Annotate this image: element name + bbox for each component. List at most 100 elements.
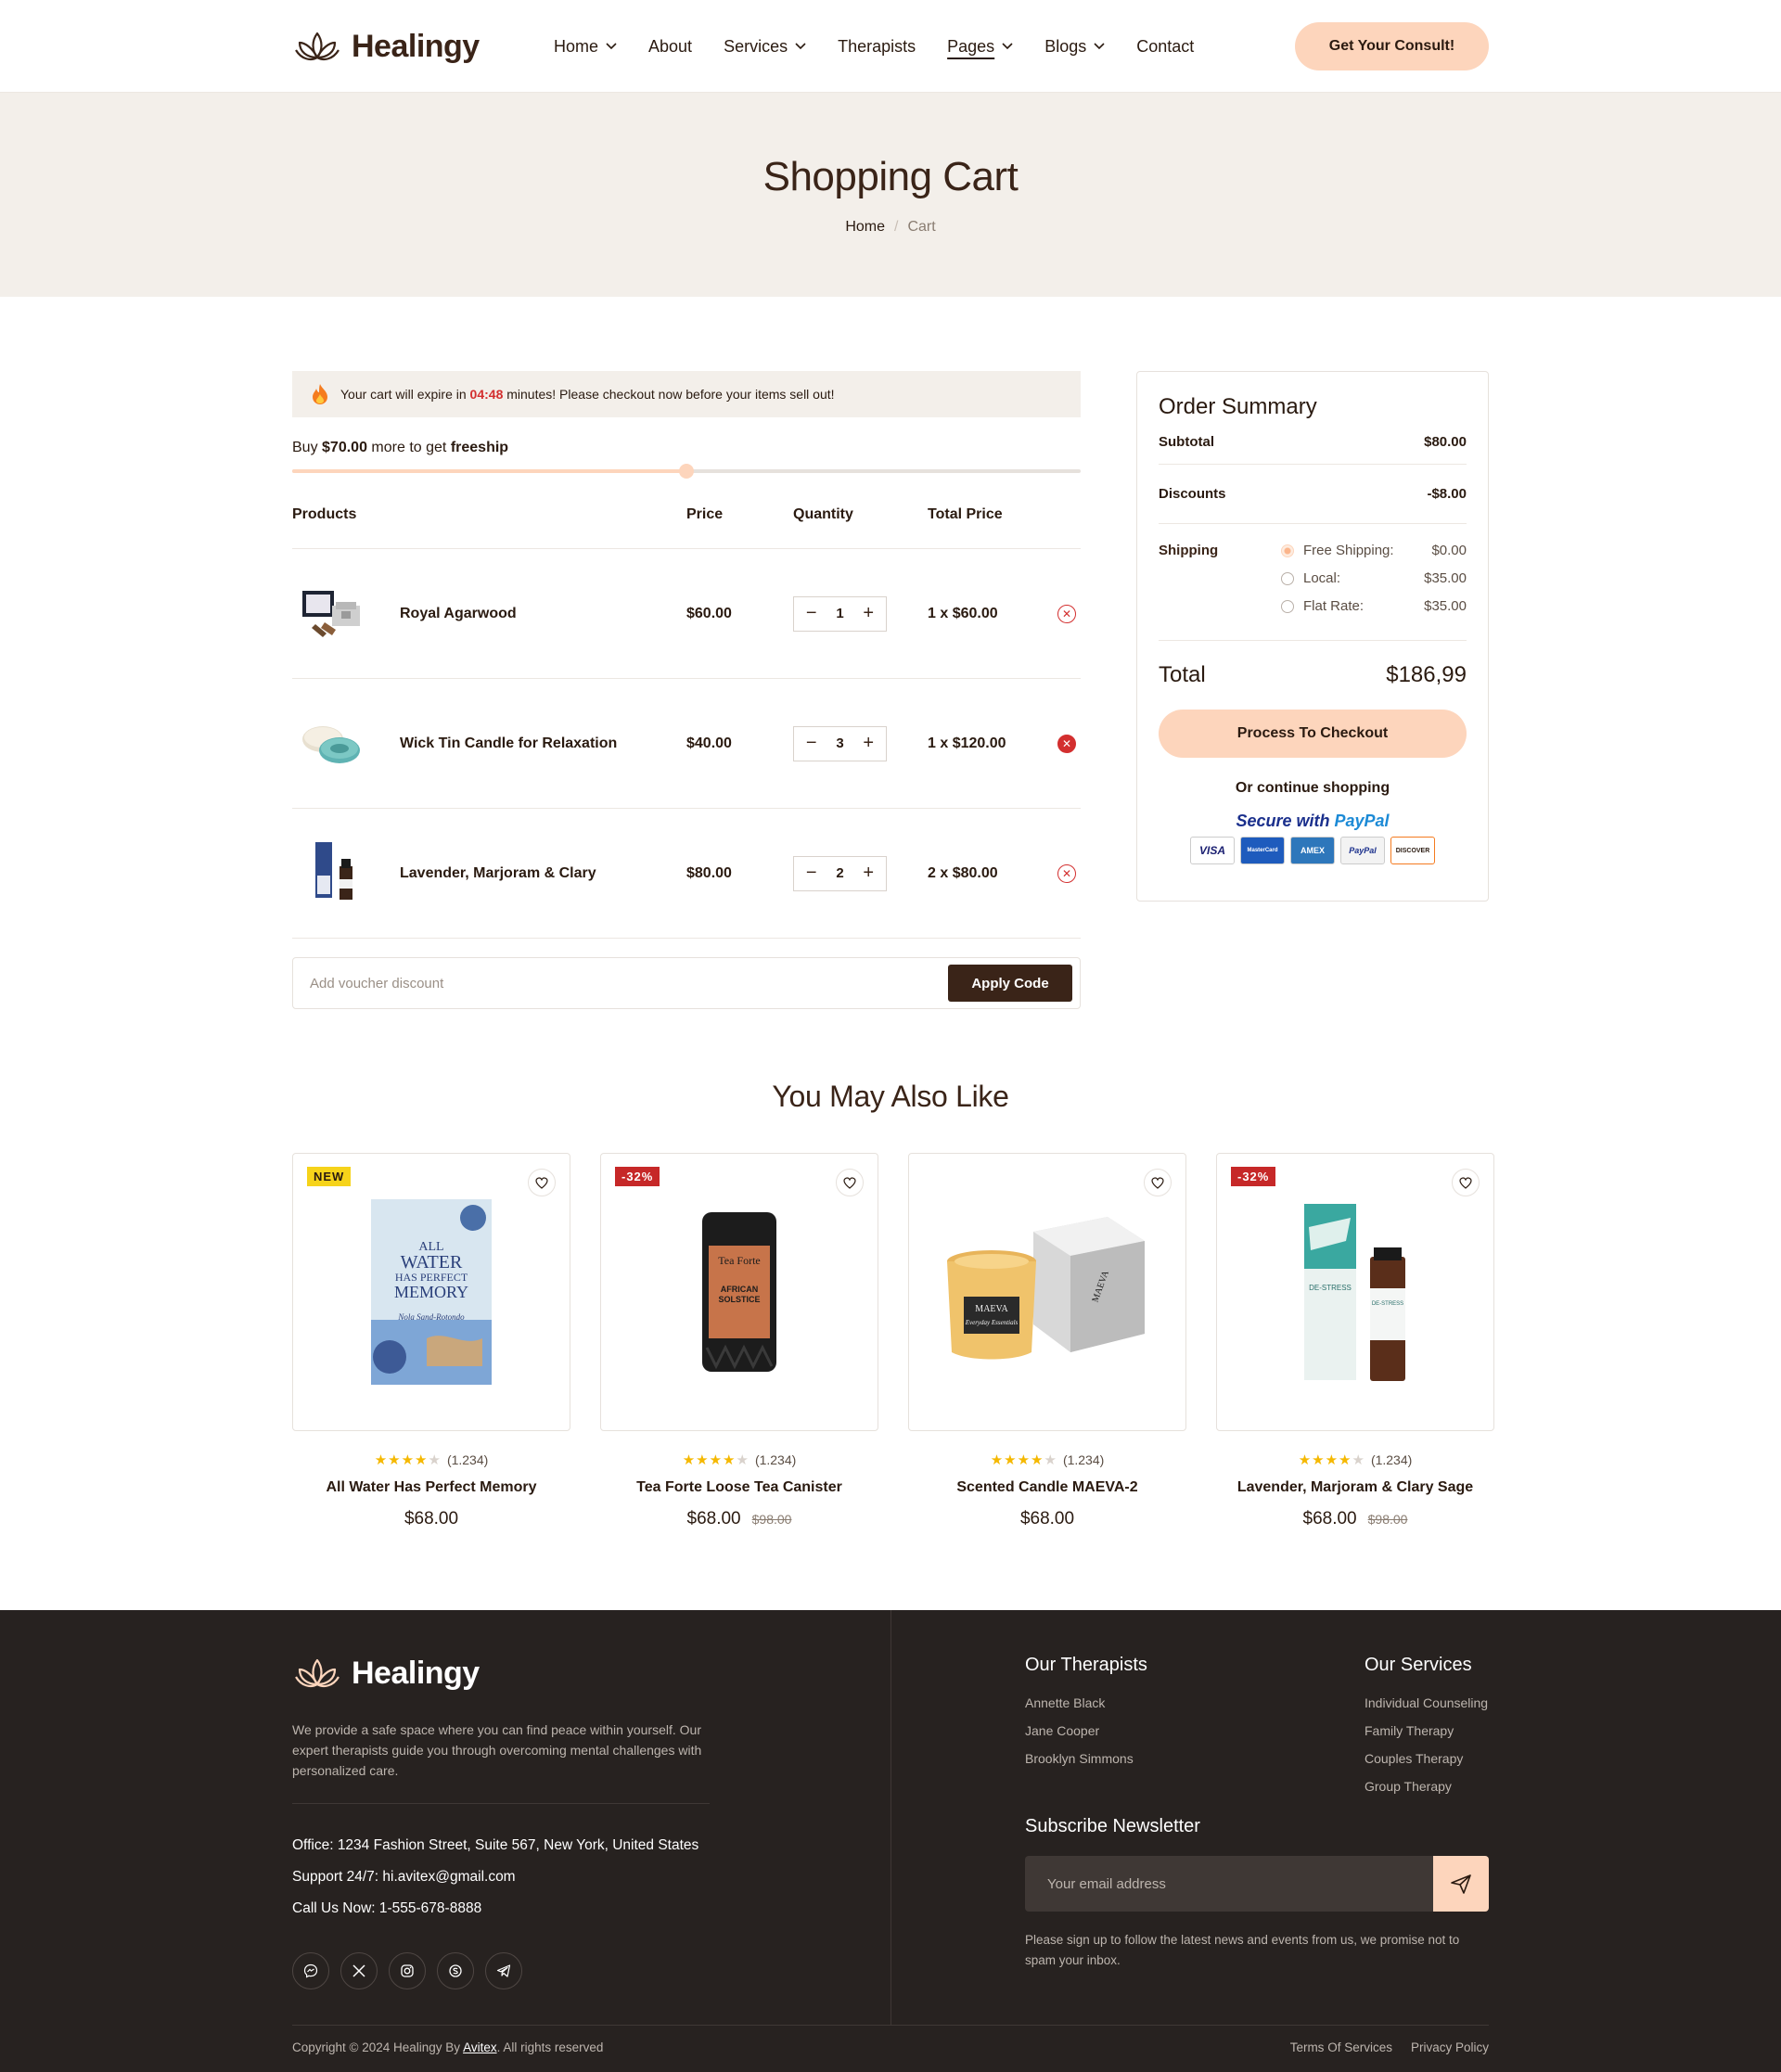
product-thumbnail[interactable] — [292, 574, 372, 654]
current-price: $68.00 — [1019, 1509, 1075, 1528]
messenger-icon[interactable] — [292, 1952, 329, 1989]
shipping-option-free[interactable]: Free Shipping: $0.00 — [1281, 543, 1467, 558]
increase-button[interactable]: + — [858, 863, 878, 884]
product-image[interactable]: -32% Tea Forte AFRICAN SOLSTICE — [600, 1153, 878, 1431]
quantity-stepper[interactable]: −3 + — [793, 725, 887, 761]
footer-bottom-bar: Copyright © 2024 Healingy By Avitex. All… — [292, 2025, 1489, 2054]
x-twitter-icon[interactable] — [340, 1952, 378, 1989]
shipping-options: Free Shipping: $0.00 Local: $35.00 Flat Ra… — [1281, 543, 1467, 640]
nav-item-contact[interactable]: Contact — [1136, 37, 1194, 57]
main-nav: Home About Services Therapists Pages Blo… — [554, 37, 1295, 57]
lotus-icon — [295, 32, 340, 60]
wishlist-heart-icon[interactable] — [1452, 1169, 1480, 1196]
wishlist-heart-icon[interactable] — [528, 1169, 556, 1196]
get-consult-button[interactable]: Get Your Consult! — [1295, 22, 1489, 70]
nav-item-about[interactable]: About — [648, 37, 692, 57]
nav-item-pages[interactable]: Pages — [947, 37, 1013, 57]
footer-divider — [890, 1610, 891, 2025]
send-icon — [1451, 1874, 1471, 1894]
review-count: (1.234) — [1370, 1452, 1413, 1467]
product-image[interactable]: -32% DE-STRESS DE-STRESS — [1216, 1153, 1494, 1431]
terms-link[interactable]: Terms Of Services — [1290, 2040, 1392, 2054]
product-name[interactable]: Wick Tin Candle for Relaxation — [400, 735, 617, 752]
increase-button[interactable]: + — [858, 733, 878, 754]
radio-unselected[interactable] — [1281, 571, 1294, 585]
decrease-button[interactable]: − — [801, 733, 822, 754]
product-card[interactable]: MAEVA MAEVA Everyday Essentials ★★★★★ (1.… — [908, 1153, 1186, 1529]
breadcrumb-home[interactable]: Home — [845, 219, 885, 236]
service-link[interactable]: Family Therapy — [1365, 1717, 1488, 1745]
tea-brand-label: Tea Forte — [718, 1254, 760, 1267]
recommendations-section: You May Also Like NEW ALL WATER HAS PERF… — [0, 1080, 1781, 1529]
product-thumbnail[interactable] — [292, 704, 372, 784]
product-price: $68.00 $98.00 — [600, 1509, 878, 1529]
product-image[interactable]: NEW ALL WATER HAS PERFECT MEMORY Nola Sa… — [292, 1153, 570, 1431]
brand-logo[interactable]: Healingy — [292, 28, 554, 65]
remove-icon[interactable]: ✕ — [1057, 734, 1076, 753]
checkout-button[interactable]: Process To Checkout — [1159, 710, 1467, 758]
product-name[interactable]: All Water Has Perfect Memory — [292, 1479, 570, 1496]
service-link[interactable]: Couples Therapy — [1365, 1745, 1488, 1772]
footer-logo[interactable]: Healingy — [292, 1655, 710, 1692]
quantity-stepper[interactable]: −1 + — [793, 595, 887, 632]
therapist-link[interactable]: Annette Black — [1025, 1689, 1147, 1717]
radio-selected[interactable] — [1281, 544, 1294, 557]
quantity-value: 1 — [836, 606, 844, 621]
product-name[interactable]: Scented Candle MAEVA-2 — [908, 1479, 1186, 1496]
continue-shopping-link[interactable]: Or continue shopping — [1159, 780, 1467, 797]
candle-jar-brand: MAEVA — [975, 1304, 1008, 1314]
product-card[interactable]: -32% Tea Forte AFRICAN SOLSTICE ★★★★★ (1.… — [600, 1153, 878, 1529]
voucher-input[interactable] — [310, 975, 866, 991]
skype-icon[interactable] — [437, 1952, 474, 1989]
privacy-link[interactable]: Privacy Policy — [1411, 2040, 1489, 2054]
therapist-link[interactable]: Jane Cooper — [1025, 1717, 1147, 1745]
apply-code-button[interactable]: Apply Code — [948, 965, 1072, 1002]
remove-icon[interactable]: ✕ — [1057, 604, 1076, 623]
remove-icon[interactable]: ✕ — [1057, 863, 1076, 883]
radio-unselected[interactable] — [1281, 599, 1294, 613]
product-name[interactable]: Lavender, Marjoram & Clary — [400, 865, 596, 882]
product-name[interactable]: Lavender, Marjoram & Clary Sage — [1216, 1479, 1494, 1496]
phone-number[interactable]: Call Us Now: 1-555-678-8888 — [292, 1893, 710, 1925]
product-name[interactable]: Royal Agarwood — [400, 606, 517, 622]
support-email[interactable]: Support 24/7: hi.avitex@gmail.com — [292, 1861, 710, 1893]
product-card[interactable]: NEW ALL WATER HAS PERFECT MEMORY Nola Sa… — [292, 1153, 570, 1529]
telegram-icon[interactable] — [485, 1952, 522, 1989]
col-remove — [1057, 506, 1081, 548]
freeship-prefix: Buy — [292, 440, 318, 455]
col-products: Products — [292, 506, 357, 522]
product-image[interactable]: MAEVA MAEVA Everyday Essentials — [908, 1153, 1186, 1431]
book-title-line2: WATER — [401, 1252, 463, 1273]
rating: ★★★★★ (1.234) — [600, 1452, 878, 1468]
wishlist-heart-icon[interactable] — [1144, 1169, 1172, 1196]
cart-section: Your cart will expire in 04:48 minutes! … — [0, 297, 1781, 1009]
product-card[interactable]: -32% DE-STRESS DE-STRESS ★★★★★ (1.234) La — [1216, 1153, 1494, 1529]
copyright-link[interactable]: Avitex — [463, 2040, 497, 2054]
legal-links: Terms Of Services Privacy Policy — [1290, 2040, 1489, 2054]
shipping-option-flat[interactable]: Flat Rate: $35.00 — [1281, 598, 1467, 614]
nav-item-blogs[interactable]: Blogs — [1044, 37, 1105, 57]
quantity-stepper[interactable]: −2 + — [793, 855, 887, 891]
product-thumbnail[interactable] — [292, 834, 372, 914]
therapist-link[interactable]: Brooklyn Simmons — [1025, 1745, 1147, 1772]
nav-item-services[interactable]: Services — [724, 37, 806, 57]
decrease-button[interactable]: − — [801, 603, 822, 624]
nav-item-home[interactable]: Home — [554, 37, 617, 57]
nav-item-therapists[interactable]: Therapists — [838, 37, 916, 57]
newsletter-submit-button[interactable] — [1433, 1856, 1489, 1912]
service-link[interactable]: Group Therapy — [1365, 1772, 1488, 1800]
tea-name-line2: SOLSTICE — [718, 1295, 760, 1304]
service-link[interactable]: Individual Counseling — [1365, 1689, 1488, 1717]
shipping-option-local[interactable]: Local: $35.00 — [1281, 570, 1467, 586]
instagram-icon[interactable] — [389, 1952, 426, 1989]
newsletter-email-input[interactable] — [1025, 1856, 1433, 1912]
therapists-title: Our Therapists — [1025, 1655, 1147, 1675]
cart-row: Royal Agarwood $60.00 −1 + 1 x $60.00 ✕ — [292, 549, 1081, 679]
oil-bottle-label: DE-STRESS — [1372, 1301, 1403, 1307]
subtotal-label: Subtotal — [1159, 434, 1214, 450]
decrease-button[interactable]: − — [801, 863, 822, 884]
product-name[interactable]: Tea Forte Loose Tea Canister — [600, 1479, 878, 1496]
total-label: Total — [1159, 662, 1206, 687]
wishlist-heart-icon[interactable] — [836, 1169, 864, 1196]
increase-button[interactable]: + — [858, 603, 878, 624]
